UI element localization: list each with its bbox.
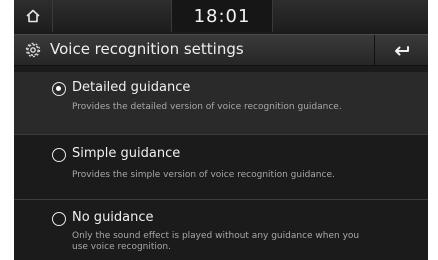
clock-area: 18:01 (171, 0, 273, 32)
gear-icon (25, 42, 41, 58)
option-description: Provides the simple version of voice rec… (72, 170, 335, 180)
status-bar: 18:01 (14, 0, 428, 32)
radio-dot (56, 86, 61, 91)
title-bar: Voice recognition settings (14, 34, 428, 66)
option-simple-guidance[interactable]: Simple guidance Provides the simple vers… (14, 137, 428, 199)
option-label: Detailed guidance (72, 80, 191, 95)
option-description-line-1: Only the sound effect is played without … (72, 231, 360, 241)
option-label: Simple guidance (72, 146, 181, 161)
option-description-line-2: use voice recognition. (72, 242, 171, 252)
divider (14, 199, 428, 200)
option-detailed-guidance[interactable]: Detailed guidance Provides the detailed … (14, 72, 428, 134)
clock: 18:01 (193, 6, 251, 27)
home-icon (26, 9, 40, 23)
divider (14, 134, 428, 135)
back-button[interactable] (374, 35, 428, 65)
home-button[interactable] (14, 0, 53, 32)
option-label: No guidance (72, 210, 154, 225)
radio-button-selected[interactable] (52, 82, 66, 96)
radio-button[interactable] (52, 212, 66, 226)
voice-settings-screen: 18:01 Voice recognition settings Detaile… (14, 0, 428, 260)
back-arrow-icon (395, 46, 409, 56)
page-title: Voice recognition settings (50, 40, 244, 58)
option-description: Provides the detailed version of voice r… (72, 102, 342, 112)
radio-button[interactable] (52, 148, 66, 162)
option-no-guidance[interactable]: No guidance Only the sound effect is pla… (14, 202, 428, 260)
